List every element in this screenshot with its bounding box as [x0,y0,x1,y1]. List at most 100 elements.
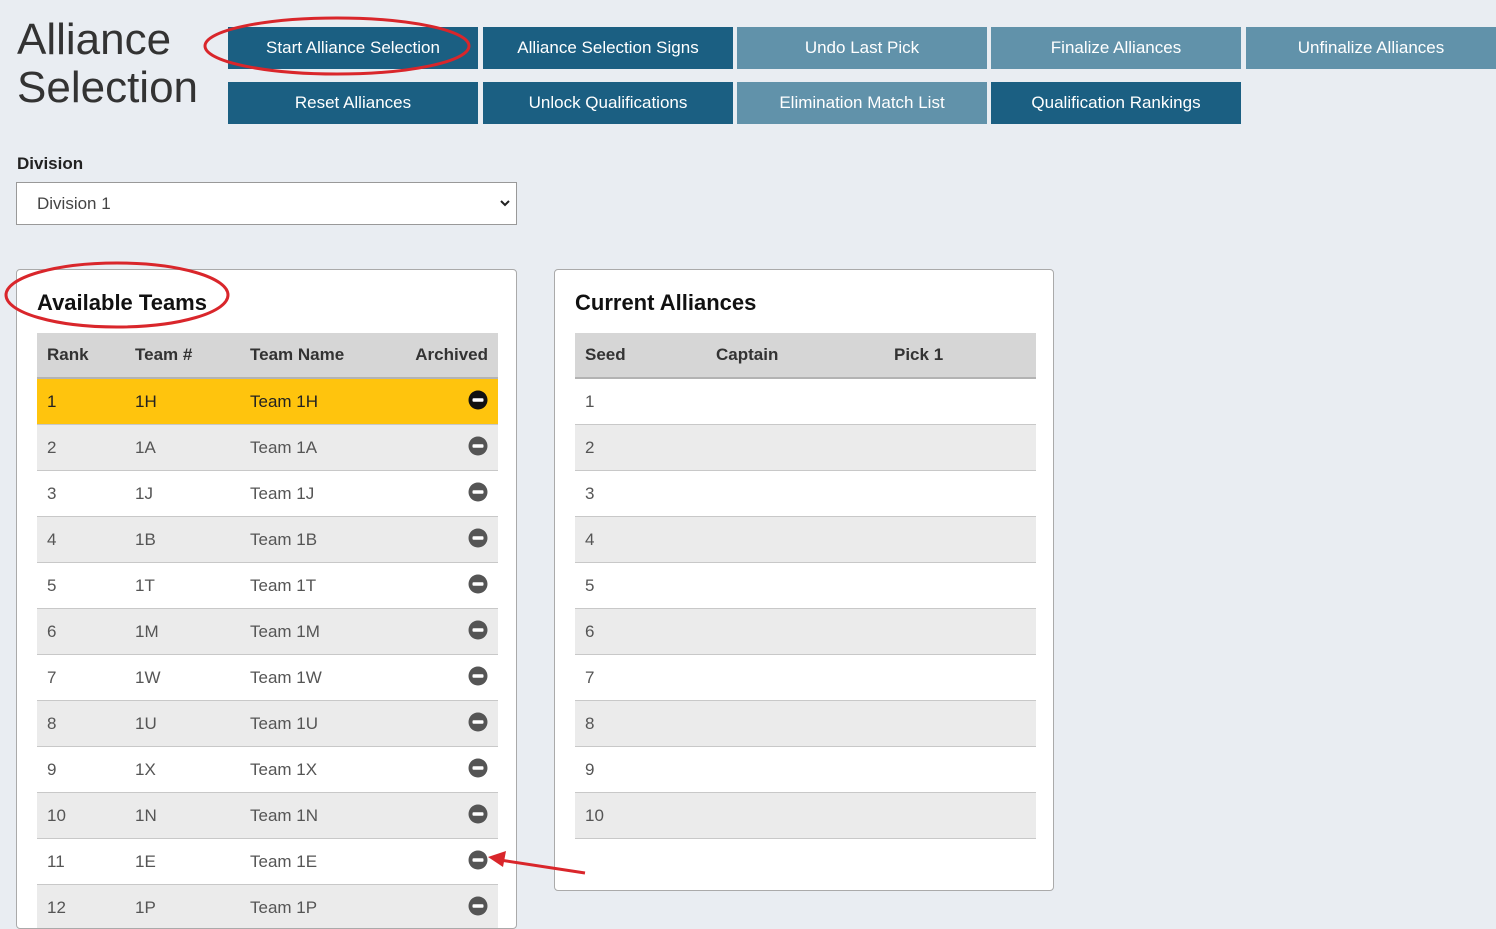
rank-cell: 4 [47,529,57,549]
available-teams-title: Available Teams [37,290,207,315]
division-select[interactable]: Division 1 [16,182,517,225]
column-header-team-number[interactable]: Team # [135,333,192,377]
seed-cell: 3 [585,483,595,503]
team-number-cell: 1P [135,897,156,917]
team-name-cell: Team 1B [250,529,318,549]
alliance-selection-signs-button[interactable]: Alliance Selection Signs [483,27,733,69]
table-row[interactable]: 4 1B Team 1B [37,517,498,563]
team-number-cell: 1N [135,805,157,825]
table-row: 2 [575,425,1036,471]
table-row: 10 [575,793,1036,839]
minus-circle-icon[interactable] [468,574,488,594]
minus-circle-icon[interactable] [468,620,488,640]
team-number-cell: 1W [135,667,161,687]
seed-cell: 8 [585,713,595,733]
table-row: 9 [575,747,1036,793]
table-row[interactable]: 11 1E Team 1E [37,839,498,885]
current-alliances-table: Seed Captain Pick 1 1 2 3 4 5 6 7 8 9 10 [575,333,1036,839]
page-title: Alliance Selection [17,16,198,112]
team-number-cell: 1B [135,529,156,549]
elimination-match-list-button[interactable]: Elimination Match List [737,82,987,124]
team-number-cell: 1A [135,437,156,457]
seed-cell: 9 [585,759,595,779]
rank-cell: 12 [47,897,66,917]
rank-cell: 3 [47,483,57,503]
table-row[interactable]: 10 1N Team 1N [37,793,498,839]
division-label: Division [17,154,84,173]
table-row: 1 [575,379,1036,425]
rank-cell: 11 [47,851,65,871]
available-teams-table: Rank Team # Team Name Archived 1 1H Team 1… [37,333,498,928]
team-number-cell: 1J [135,483,153,503]
team-name-cell: Team 1W [250,667,322,687]
rank-cell: 8 [47,713,57,733]
table-row: 8 [575,701,1036,747]
table-row[interactable]: 6 1M Team 1M [37,609,498,655]
table-header: Seed Captain Pick 1 [575,333,1036,379]
table-row[interactable]: 2 1A Team 1A [37,425,498,471]
team-number-cell: 1M [135,621,159,641]
minus-circle-icon[interactable] [468,896,488,916]
table-row[interactable]: 9 1X Team 1X [37,747,498,793]
reset-alliances-button[interactable]: Reset Alliances [228,82,478,124]
rank-cell: 9 [47,759,57,779]
team-name-cell: Team 1M [250,621,320,641]
team-name-cell: Team 1P [250,897,318,917]
minus-circle-icon[interactable] [468,390,488,410]
seed-cell: 7 [585,667,595,687]
rank-cell: 7 [47,667,57,687]
minus-circle-icon[interactable] [468,712,488,732]
seed-cell: 2 [585,437,595,457]
chevron-down-icon [500,200,510,207]
table-row: 5 [575,563,1036,609]
start-alliance-selection-button[interactable]: Start Alliance Selection [228,27,478,69]
table-row[interactable]: 12 1P Team 1P [37,885,498,928]
column-header-seed: Seed [585,345,626,364]
team-number-cell: 1X [135,759,156,779]
unfinalize-alliances-button[interactable]: Unfinalize Alliances [1246,27,1496,69]
seed-cell: 5 [585,575,595,595]
team-number-cell: 1T [135,575,155,595]
seed-cell: 10 [585,805,604,825]
minus-circle-icon[interactable] [468,436,488,456]
team-name-cell: Team 1A [250,437,318,457]
division-select-value: Division 1 [37,193,111,213]
team-name-cell: Team 1U [250,713,319,733]
team-name-cell: Team 1T [250,575,317,595]
team-number-cell: 1H [135,391,157,411]
table-row[interactable]: 7 1W Team 1W [37,655,498,701]
current-alliances-panel: Current Alliances Seed Captain Pick 1 1 2… [554,269,1054,891]
minus-circle-icon[interactable] [468,666,488,686]
seed-cell: 4 [585,529,595,549]
minus-circle-icon[interactable] [468,528,488,548]
minus-circle-icon[interactable] [468,850,488,870]
column-header-rank[interactable]: Rank [47,333,89,377]
minus-circle-icon[interactable] [468,804,488,824]
unlock-qualifications-button[interactable]: Unlock Qualifications [483,82,733,124]
seed-cell: 6 [585,621,595,641]
minus-circle-icon[interactable] [468,482,488,502]
finalize-alliances-button[interactable]: Finalize Alliances [991,27,1241,69]
rank-cell: 5 [47,575,57,595]
column-header-archived[interactable]: Archived [415,333,488,377]
column-header-pick-1: Pick 1 [894,345,944,364]
column-header-captain: Captain [716,345,779,364]
seed-cell: 1 [585,391,595,411]
page-title-line1: Alliance [17,15,172,64]
table-row[interactable]: 1 1H Team 1H [37,379,498,425]
team-name-cell: Team 1N [250,805,319,825]
qualification-rankings-button[interactable]: Qualification Rankings [991,82,1241,124]
table-row: 3 [575,471,1036,517]
table-row[interactable]: 8 1U Team 1U [37,701,498,747]
rank-cell: 6 [47,621,57,641]
minus-circle-icon[interactable] [468,758,488,778]
table-row[interactable]: 5 1T Team 1T [37,563,498,609]
column-header-team-name[interactable]: Team Name [250,333,344,377]
undo-last-pick-button[interactable]: Undo Last Pick [737,27,987,69]
current-alliances-title: Current Alliances [575,290,757,315]
team-name-cell: Team 1H [250,391,319,411]
table-row[interactable]: 3 1J Team 1J [37,471,498,517]
table-header: Rank Team # Team Name Archived [37,333,498,379]
table-row: 4 [575,517,1036,563]
team-number-cell: 1U [135,713,157,733]
